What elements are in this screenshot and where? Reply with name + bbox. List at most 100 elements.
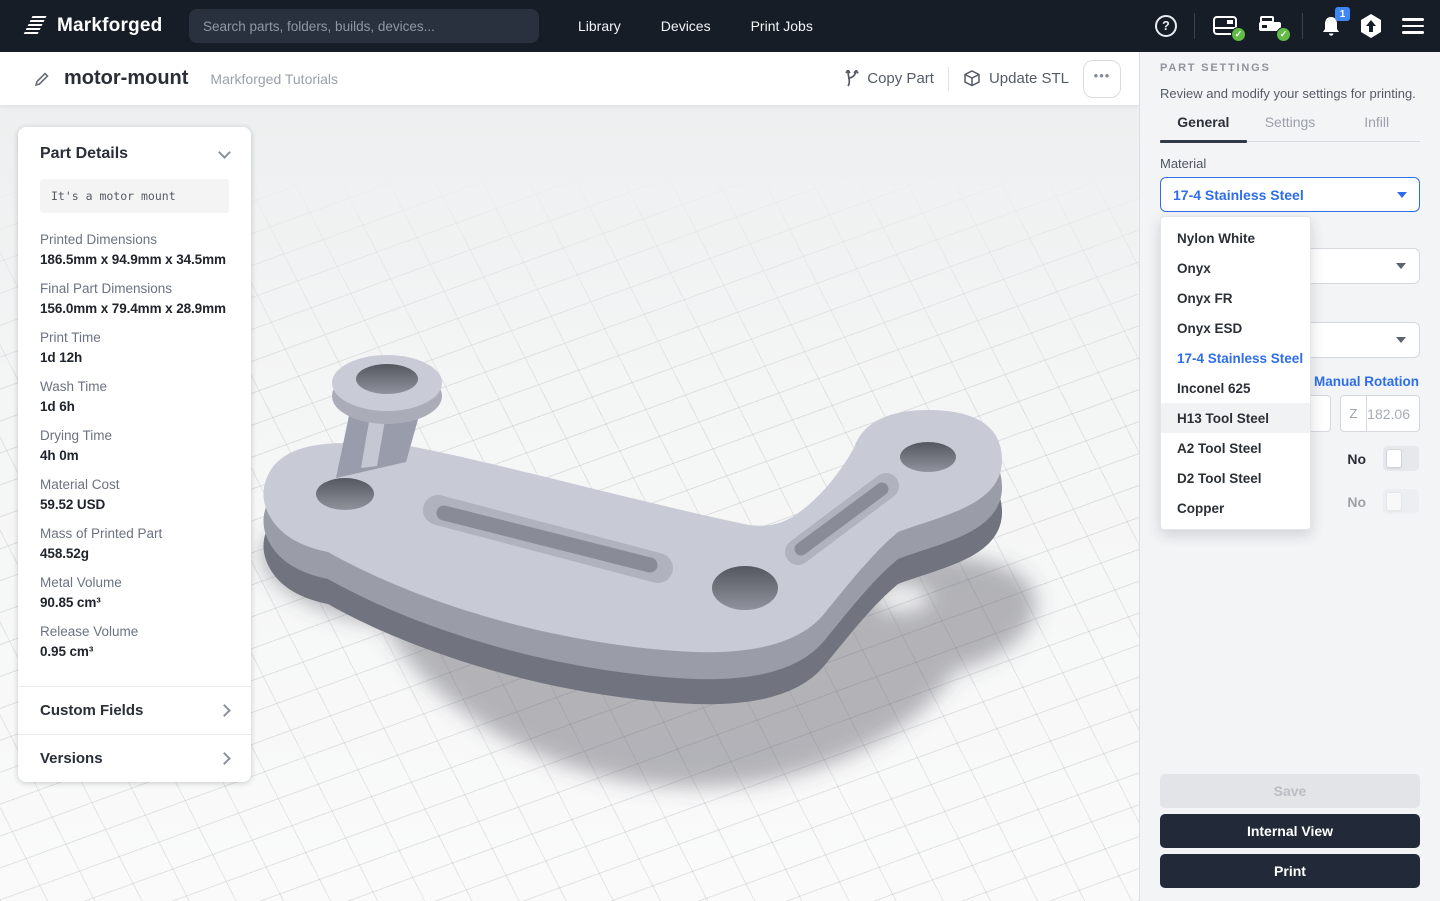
stat-value: 59.52 USD: [40, 496, 229, 513]
stat-label: Wash Time: [40, 378, 229, 395]
stat-label: Printed Dimensions: [40, 231, 229, 248]
breadcrumb[interactable]: Markforged Tutorials: [210, 71, 338, 87]
printer-status-button-2[interactable]: ✓: [1257, 14, 1285, 38]
printer-status-button-1[interactable]: ✓: [1212, 14, 1240, 38]
markforged-logo-icon: [22, 14, 48, 38]
top-navbar: Markforged LibraryDevicesPrint Jobs ? ✓ …: [0, 0, 1440, 52]
update-stl-label: Update STL: [989, 70, 1069, 87]
panel-title: PART SETTINGS: [1160, 62, 1271, 74]
rotation-z-field[interactable]: Z 182.06: [1340, 395, 1420, 432]
panel-subtitle: Review and modify your settings for prin…: [1160, 86, 1416, 101]
nav-link-print-jobs[interactable]: Print Jobs: [731, 0, 833, 52]
edit-pencil-icon[interactable]: [34, 71, 50, 87]
toggle-row-1: No: [1347, 446, 1419, 471]
nav-link-library[interactable]: Library: [558, 0, 641, 52]
update-stl-button[interactable]: Update STL: [963, 70, 1069, 87]
hexagon-up-arrow-icon: [1359, 13, 1383, 39]
stat-label: Final Part Dimensions: [40, 280, 229, 297]
menu-button[interactable]: [1400, 14, 1426, 38]
section-label: Custom Fields: [40, 702, 143, 719]
help-icon: ?: [1155, 15, 1177, 37]
notifications-button[interactable]: 1: [1320, 14, 1342, 38]
caret-down-icon: [1396, 337, 1406, 343]
chevron-right-icon: [218, 704, 231, 717]
dropdown-item-onyx-fr[interactable]: Onyx FR: [1161, 283, 1310, 313]
navbar-right: ? ✓ ✓ 1: [1155, 0, 1426, 52]
rotation-z-axis-label: Z: [1340, 395, 1367, 432]
copy-part-button[interactable]: Copy Part: [844, 70, 934, 87]
stat-value: 4h 0m: [40, 447, 229, 464]
rotation-z-value: 182.06: [1367, 395, 1420, 432]
help-button[interactable]: ?: [1155, 15, 1177, 37]
stat-label: Release Volume: [40, 623, 229, 640]
page-title: motor-mount: [64, 67, 188, 90]
header-divider: [948, 67, 949, 91]
more-actions-button[interactable]: •••: [1083, 60, 1121, 98]
dropdown-item-onyx[interactable]: Onyx: [1161, 253, 1310, 283]
updates-button[interactable]: [1359, 13, 1383, 39]
stat-item: Mass of Printed Part 458.52g: [40, 525, 229, 562]
print-button[interactable]: Print: [1160, 854, 1420, 888]
part-settings-panel: PART SETTINGS Review and modify your set…: [1139, 52, 1440, 901]
stat-value: 156.0mm x 79.4mm x 28.9mm: [40, 300, 229, 317]
stat-value: 458.52g: [40, 545, 229, 562]
material-value: 17-4 Stainless Steel: [1173, 187, 1304, 203]
stat-item: Drying Time 4h 0m: [40, 427, 229, 464]
section-row-versions[interactable]: Versions: [18, 734, 251, 782]
ellipsis-icon: •••: [1094, 69, 1111, 82]
manual-rotation-link[interactable]: Manual Rotation: [1314, 374, 1419, 389]
dropdown-item-d2-tool-steel[interactable]: D2 Tool Steel: [1161, 463, 1310, 493]
part-details-title: Part Details: [40, 145, 128, 163]
navbar-divider: [1302, 13, 1303, 39]
stat-value: 90.85 cm³: [40, 594, 229, 611]
dropdown-item-h13-tool-steel[interactable]: H13 Tool Steel: [1161, 403, 1310, 433]
stat-label: Material Cost: [40, 476, 229, 493]
stat-label: Drying Time: [40, 427, 229, 444]
part-stats-list: Printed Dimensions 186.5mm x 94.9mm x 34.…: [18, 213, 251, 686]
stat-value: 0.95 cm³: [40, 643, 229, 660]
stat-value: 186.5mm x 94.9mm x 34.5mm: [40, 251, 229, 268]
search-input[interactable]: [203, 19, 525, 34]
stl-cube-icon: [963, 70, 981, 87]
dropdown-item-17-4-stainless-steel[interactable]: 17-4 Stainless Steel: [1161, 343, 1310, 373]
part-description-field[interactable]: It's a motor mount: [40, 179, 229, 213]
nav-link-devices[interactable]: Devices: [641, 0, 731, 52]
global-search[interactable]: [189, 9, 539, 43]
chevron-down-icon: [218, 146, 231, 159]
toggle-1-switch[interactable]: [1383, 446, 1419, 471]
caret-down-icon: [1397, 192, 1407, 198]
material-dropdown: Nylon WhiteOnyxOnyx FROnyx ESD17-4 Stain…: [1160, 216, 1311, 530]
brand-name: Markforged: [57, 15, 162, 37]
stat-value: 1d 6h: [40, 398, 229, 415]
part-header: motor-mount Markforged Tutorials Copy Pa…: [0, 52, 1139, 106]
card-sections: Custom Fields Versions: [18, 686, 251, 782]
tab-settings[interactable]: Settings: [1247, 114, 1334, 141]
section-label: Versions: [40, 750, 103, 767]
header-actions: Copy Part Update STL •••: [844, 60, 1121, 98]
branch-icon: [844, 70, 859, 87]
part-details-header[interactable]: Part Details: [18, 127, 251, 163]
stat-label: Mass of Printed Part: [40, 525, 229, 542]
section-row-custom-fields[interactable]: Custom Fields: [18, 686, 251, 734]
toggle-1-label: No: [1347, 451, 1366, 467]
settings-tabs: GeneralSettingsInfill: [1160, 114, 1420, 142]
part-details-card: Part Details It's a motor mount Printed …: [18, 127, 251, 782]
save-button[interactable]: Save: [1160, 774, 1420, 808]
tab-infill[interactable]: Infill: [1333, 114, 1420, 141]
dropdown-item-copper[interactable]: Copper: [1161, 493, 1310, 523]
stat-item: Print Time1d 12h: [40, 329, 229, 366]
internal-view-button[interactable]: Internal View: [1160, 814, 1420, 848]
toggle-2-switch[interactable]: [1383, 489, 1419, 514]
dropdown-item-a2-tool-steel[interactable]: A2 Tool Steel: [1161, 433, 1310, 463]
caret-down-icon: [1396, 263, 1406, 269]
viewport-3d[interactable]: Part Details It's a motor mount Printed …: [0, 106, 1139, 901]
navbar-divider: [1194, 13, 1195, 39]
material-select[interactable]: 17-4 Stainless Steel: [1160, 177, 1420, 212]
dropdown-item-onyx-esd[interactable]: Onyx ESD: [1161, 313, 1310, 343]
tab-general[interactable]: General: [1160, 114, 1247, 141]
stat-item: Wash Time 1d 6h: [40, 378, 229, 415]
brand-logo[interactable]: Markforged: [0, 14, 162, 38]
dropdown-item-inconel-625[interactable]: Inconel 625: [1161, 373, 1310, 403]
dropdown-item-nylon-white[interactable]: Nylon White: [1161, 223, 1310, 253]
stat-item: Material Cost 59.52 USD: [40, 476, 229, 513]
